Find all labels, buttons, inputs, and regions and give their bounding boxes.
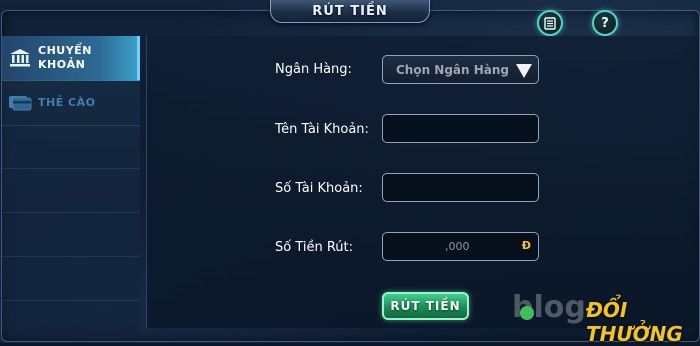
sidebar-item-the-cao[interactable]: THẺ CÀO [2, 81, 140, 126]
bank-label: Ngân Hàng: [275, 62, 352, 77]
help-glyph: ? [601, 15, 609, 31]
divider [2, 300, 140, 301]
withdraw-button[interactable]: RÚT TIỀN [382, 292, 469, 320]
bank-icon [2, 48, 38, 68]
account-number-label: Số Tài Khoản: [275, 181, 363, 196]
notes-icon[interactable] [537, 10, 563, 36]
currency-symbol: Đ [521, 239, 531, 252]
divider [2, 212, 140, 213]
sidebar-item-label: CHUYỂN KHOẢN [38, 44, 92, 71]
watermark: blog ĐỔI THƯỞNG [512, 288, 697, 346]
divider [2, 168, 140, 169]
title-tab: RÚT TIỀN [270, 0, 430, 23]
bank-select-value: Chọn Ngân Hàng [395, 62, 510, 77]
divider [2, 256, 140, 257]
card-icon [2, 94, 38, 112]
amount-label: Số Tiền Rút: [275, 240, 354, 255]
account-name-input[interactable] [382, 114, 539, 143]
withdraw-button-label: RÚT TIỀN [390, 299, 461, 313]
chevron-down-icon [516, 64, 532, 78]
account-number-input[interactable] [382, 173, 539, 202]
sidebar-item-label: THẺ CÀO [38, 96, 96, 109]
speech-bubble-icon [520, 306, 534, 320]
account-name-label: Tên Tài Khoản: [275, 122, 369, 137]
notes-icon-glyph [544, 16, 556, 30]
help-icon[interactable]: ? [592, 10, 618, 36]
amount-value: ,000 [445, 240, 470, 253]
sidebar: CHUYỂN KHOẢN THẺ CÀO [2, 36, 140, 336]
watermark-brand: ĐỔI THƯỞNG [586, 298, 683, 346]
sidebar-item-chuyen-khoan[interactable]: CHUYỂN KHOẢN [2, 36, 140, 81]
amount-input[interactable]: ,000 Đ [382, 232, 539, 261]
page-title: RÚT TIỀN [312, 3, 388, 19]
bank-select[interactable]: Chọn Ngân Hàng [382, 55, 539, 84]
